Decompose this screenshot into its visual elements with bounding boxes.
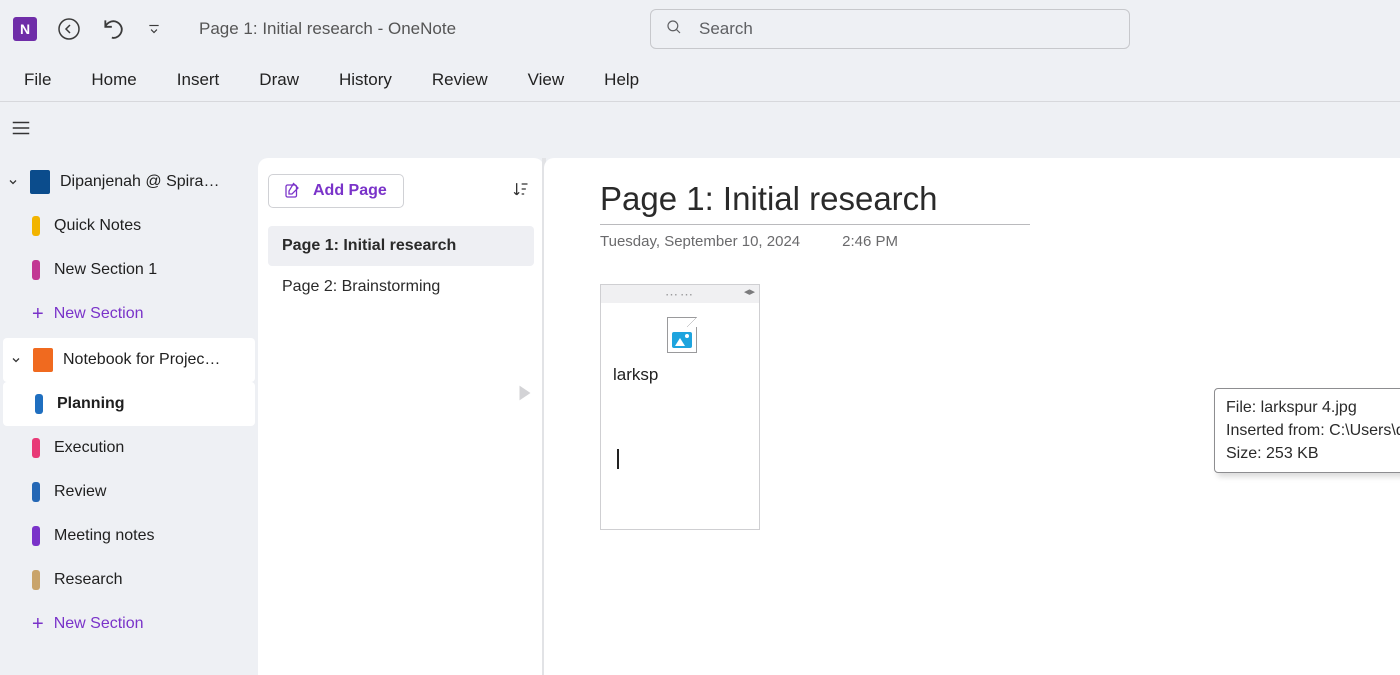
main-layout: Dipanjenah @ Spiral… Quick Notes New Sec…	[0, 158, 1400, 675]
section-color-tab	[32, 570, 40, 590]
menu-history[interactable]: History	[339, 70, 392, 90]
chevron-down-icon	[9, 354, 23, 366]
page-title[interactable]: Page 1: Initial research	[600, 180, 1400, 224]
notebook-icon	[30, 170, 50, 194]
section-name: Research	[54, 571, 122, 589]
sort-pages-button[interactable]	[506, 175, 534, 208]
grip-dots-icon: ⋯⋯	[665, 288, 695, 301]
menu-view[interactable]: View	[528, 70, 565, 90]
notebook-name: Notebook for Project A	[63, 351, 223, 369]
search-icon	[665, 18, 683, 41]
page-list-pane: Add Page Page 1: Initial research Page 2…	[258, 158, 544, 675]
section-name: Review	[54, 483, 106, 501]
section-item-active[interactable]: Planning	[3, 382, 255, 426]
plus-icon: +	[32, 303, 44, 326]
chevron-down-icon	[6, 176, 20, 188]
notebook-item[interactable]: Notebook for Project A	[3, 338, 255, 382]
title-page-name: Page 1: Initial research	[199, 19, 373, 38]
page-datetime: Tuesday, September 10, 2024 2:46 PM	[600, 233, 1400, 250]
toolbar-row	[0, 102, 1400, 158]
content-area[interactable]: Page 1: Initial research Tuesday, Septem…	[544, 158, 1400, 675]
add-page-icon	[283, 182, 301, 200]
page-date: Tuesday, September 10, 2024	[600, 233, 800, 250]
section-color-tab	[32, 482, 40, 502]
tooltip-line-file: File: larkspur 4.jpg	[1226, 396, 1400, 419]
menu-draw[interactable]: Draw	[259, 70, 299, 90]
file-corner-fold	[687, 317, 697, 327]
image-glyph-icon	[672, 332, 692, 348]
menu-help[interactable]: Help	[604, 70, 639, 90]
attachment-filename: larksp	[613, 365, 743, 385]
menu-insert[interactable]: Insert	[177, 70, 220, 90]
menu-home[interactable]: Home	[91, 70, 136, 90]
plus-icon: +	[32, 613, 44, 636]
page-item[interactable]: Page 2: Brainstorming	[268, 267, 534, 307]
menu-review[interactable]: Review	[432, 70, 488, 90]
file-attachment-icon[interactable]	[667, 317, 697, 353]
section-item[interactable]: Research	[0, 558, 258, 602]
title-underline	[600, 224, 1030, 225]
text-cursor	[617, 449, 747, 469]
section-color-tab	[32, 526, 40, 546]
add-page-label: Add Page	[313, 182, 387, 200]
new-section-button[interactable]: + New Section	[0, 602, 258, 646]
section-item[interactable]: Meeting notes	[0, 514, 258, 558]
section-color-tab	[35, 394, 43, 414]
page-item-active[interactable]: Page 1: Initial research	[268, 226, 534, 266]
note-drag-handle[interactable]: ⋯⋯ ◂▸	[601, 285, 759, 303]
new-section-label: New Section	[54, 305, 144, 323]
section-item[interactable]: Review	[0, 470, 258, 514]
section-color-tab	[32, 260, 40, 280]
customize-toolbar-button[interactable]	[147, 22, 161, 36]
page-time: 2:46 PM	[842, 233, 898, 250]
notebook-name: Dipanjenah @ Spiral…	[60, 173, 220, 191]
window-title: Page 1: Initial research - OneNote	[199, 19, 456, 39]
onenote-app-icon: N	[13, 17, 37, 41]
new-section-label: New Section	[54, 615, 144, 633]
add-page-button[interactable]: Add Page	[268, 174, 404, 208]
section-item[interactable]: New Section 1	[0, 248, 258, 292]
add-page-row: Add Page	[268, 174, 534, 208]
section-name: New Section 1	[54, 261, 157, 279]
notebook-item[interactable]: Dipanjenah @ Spiral…	[0, 160, 258, 204]
section-name: Planning	[57, 395, 125, 413]
search-input[interactable]	[699, 19, 1115, 39]
undo-button[interactable]	[101, 16, 127, 42]
new-section-button[interactable]: + New Section	[0, 292, 258, 336]
title-app-name: OneNote	[388, 19, 456, 38]
title-bar: N Page 1: Initial research - OneNote	[0, 0, 1400, 58]
menu-bar: File Home Insert Draw History Review Vie…	[0, 58, 1400, 102]
file-tooltip: File: larkspur 4.jpg Inserted from: C:\U…	[1214, 388, 1400, 473]
menu-file[interactable]: File	[24, 70, 51, 90]
notebook-nav: Dipanjenah @ Spiral… Quick Notes New Sec…	[0, 158, 258, 675]
collapse-handle-icon[interactable]	[514, 382, 536, 409]
resize-arrows-icon[interactable]: ◂▸	[744, 285, 755, 298]
section-name: Meeting notes	[54, 527, 155, 545]
section-color-tab	[32, 216, 40, 236]
title-separator: -	[373, 19, 388, 38]
note-body[interactable]: larksp	[601, 303, 759, 529]
section-name: Execution	[54, 439, 124, 457]
section-item[interactable]: Execution	[0, 426, 258, 470]
section-name: Quick Notes	[54, 217, 141, 235]
back-button[interactable]	[57, 17, 81, 41]
section-item[interactable]: Quick Notes	[0, 204, 258, 248]
search-box[interactable]	[650, 9, 1130, 49]
tooltip-line-size: Size: 253 KB	[1226, 442, 1400, 465]
tooltip-line-path: Inserted from: C:\Users\dipan\OneDrive\D…	[1226, 419, 1400, 442]
section-color-tab	[32, 438, 40, 458]
notebook-icon	[33, 348, 53, 372]
note-container[interactable]: ⋯⋯ ◂▸ larksp	[600, 284, 760, 530]
hamburger-button[interactable]	[10, 117, 32, 144]
